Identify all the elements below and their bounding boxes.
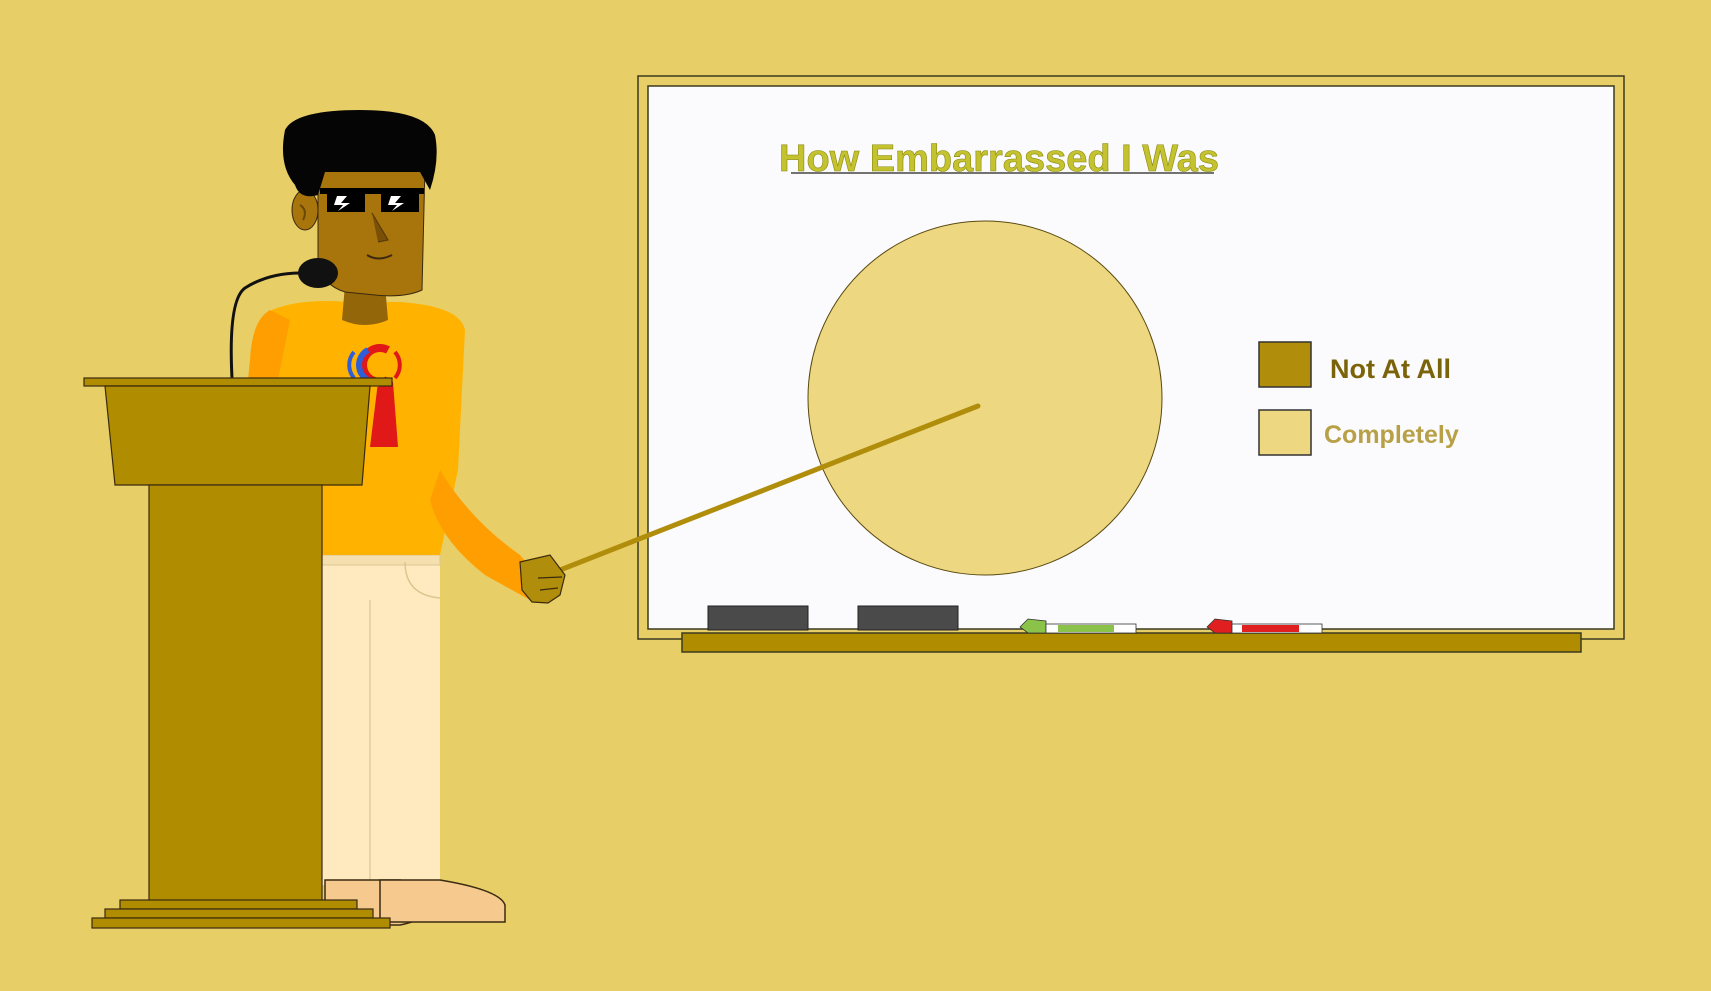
pants [322, 555, 440, 885]
pie-slice-completely [807, 220, 1163, 576]
legend-label-not-at-all: Not At All [1330, 354, 1451, 384]
legend-swatch-completely [1258, 409, 1312, 456]
scene-svg: How Embarrassed I Was Not At All Complet… [83, 75, 1625, 929]
shoe-right [379, 879, 506, 923]
hand [519, 554, 566, 604]
whiteboard: How Embarrassed I Was Not At All Complet… [637, 75, 1625, 653]
podium-top [104, 385, 371, 486]
podium-base-step-2 [104, 908, 374, 919]
pie-chart [807, 220, 1163, 576]
podium-lip [83, 377, 393, 387]
legend-swatch-not-at-all [1258, 341, 1312, 388]
legend-label-completely: Completely [1324, 421, 1459, 449]
podium-base-step-3 [91, 917, 391, 929]
podium-column [148, 484, 323, 904]
eraser-icon [707, 605, 809, 631]
whiteboard-tray [681, 632, 1582, 653]
scene: How Embarrassed I Was Not At All Complet… [0, 0, 1711, 986]
podium-base-step-1 [119, 899, 358, 910]
eraser-icon [857, 605, 959, 631]
